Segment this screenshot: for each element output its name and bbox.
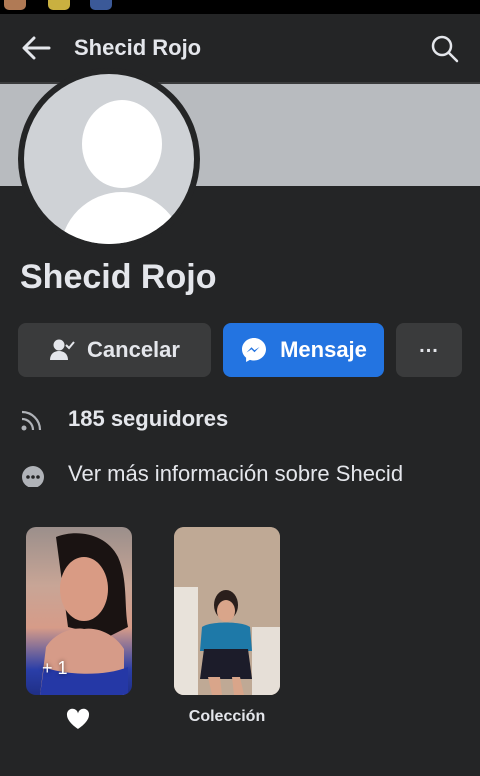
back-button[interactable] bbox=[20, 32, 52, 64]
search-button[interactable] bbox=[430, 34, 460, 64]
default-user-avatar-icon bbox=[24, 74, 194, 244]
status-bar bbox=[0, 0, 480, 14]
more-label: ... bbox=[419, 334, 439, 357]
rss-icon bbox=[20, 406, 46, 432]
app-bar: Shecid Rojo bbox=[0, 14, 480, 82]
status-app-icon bbox=[4, 0, 26, 10]
photo-count: + 1 bbox=[42, 658, 68, 678]
cancel-request-button[interactable]: Cancelar bbox=[18, 323, 211, 377]
search-icon bbox=[431, 35, 459, 63]
profile-name: Shecid Rojo bbox=[20, 258, 217, 296]
message-label: Mensaje bbox=[280, 337, 367, 362]
collection-tile[interactable] bbox=[174, 527, 280, 695]
cancel-label: Cancelar bbox=[87, 337, 180, 362]
message-button[interactable]: Mensaje bbox=[223, 323, 384, 377]
followers-count: 185 seguidores bbox=[68, 406, 229, 431]
status-app-icon bbox=[48, 0, 70, 10]
featured-photo-tile[interactable]: + 1 bbox=[26, 527, 132, 695]
user-check-icon bbox=[49, 338, 75, 362]
arrow-left-icon bbox=[22, 36, 51, 60]
heart-icon bbox=[66, 708, 90, 729]
status-app-icon bbox=[90, 0, 112, 10]
page-title: Shecid Rojo bbox=[74, 35, 202, 60]
collection-label: Colección bbox=[188, 708, 266, 725]
more-info-row[interactable]: Ver más información sobre Shecid bbox=[0, 459, 480, 489]
more-options-button[interactable]: ... bbox=[396, 323, 462, 377]
followers-row[interactable]: 185 seguidores bbox=[0, 404, 480, 434]
messenger-icon bbox=[240, 336, 268, 364]
ellipsis-circle-icon bbox=[20, 461, 46, 487]
profile-avatar[interactable] bbox=[18, 68, 200, 250]
more-info-link: Ver más información sobre Shecid bbox=[68, 461, 404, 486]
